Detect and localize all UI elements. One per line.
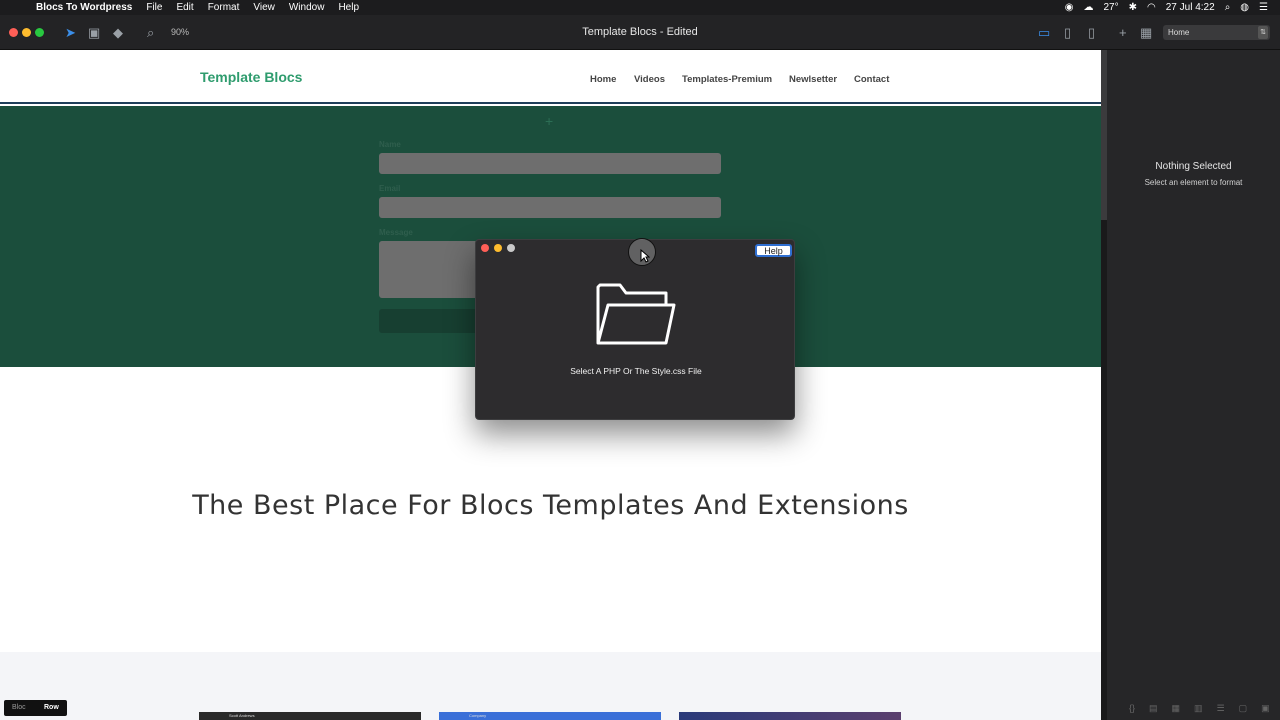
bluetooth-icon[interactable]: ✱ [1129,2,1137,13]
message-label: Message [379,228,413,237]
panel-bottom-icons: {} ▤ ▦ ▥ ☰ ▢ ▣ [1129,703,1270,714]
page-select[interactable]: Home ⇅ [1163,25,1270,40]
zoom-icon[interactable]: ⌕ [147,25,154,41]
pointer-cursor-icon [640,248,651,268]
menu-format[interactable]: Format [208,2,240,13]
template-thumbnail[interactable] [679,712,901,720]
thumbnail-caption: Scott Andrews [229,713,255,718]
page-icon[interactable]: ▣ [1261,703,1270,714]
nav-newsletter[interactable]: Newlsetter [789,74,837,85]
template-thumbnail[interactable]: Company [439,712,661,720]
breadcrumb-bloc[interactable]: Bloc [12,704,26,711]
menu-help[interactable]: Help [338,2,359,13]
nav-contact[interactable]: Contact [854,74,889,85]
clock[interactable]: 27 Jul 4:22 [1166,2,1215,13]
chevron-updown-icon: ⇅ [1258,26,1268,39]
inspector-title: Nothing Selected [1155,161,1232,172]
zoom-level[interactable]: 90% [171,27,189,37]
crop-tool-icon[interactable]: ▣ [88,25,100,41]
list-icon[interactable]: ☰ [1217,703,1225,714]
nav-home[interactable]: Home [590,74,616,85]
control-center-icon[interactable]: ☰ [1259,2,1268,13]
menu-file[interactable]: File [146,2,162,13]
menu-bar: Blocs To Wordpress File Edit Format View… [0,0,1280,15]
weather-icon[interactable]: ☁ [1084,2,1094,13]
menu-window[interactable]: Window [289,2,325,13]
tablet-view-icon[interactable]: ▯ [1064,25,1071,41]
phone-view-icon[interactable]: ▯ [1088,25,1095,41]
email-label: Email [379,184,401,193]
dialog-message: Select A PHP Or The Style.css File [570,366,702,376]
inspector-subtitle: Select an element to format [1144,178,1243,187]
name-label: Name [379,140,401,149]
thumbnail-caption: Company [469,713,487,718]
breadcrumb-row[interactable]: Row [44,704,59,711]
nav-templates-premium[interactable]: Templates-Premium [682,74,772,85]
siri-icon[interactable]: ◍ [1240,2,1249,13]
folder-open-icon[interactable] [596,281,676,352]
temperature-readout[interactable]: 27° [1104,2,1119,13]
site-brand[interactable]: Template Blocs [200,69,302,85]
code-icon[interactable]: {} [1129,703,1135,714]
layout-icon[interactable]: ▤ [1149,703,1158,714]
inspector-panel: Nothing Selected Select an element to fo… [1101,50,1280,720]
selection-breadcrumb: Bloc Row [4,700,67,716]
dialog-zoom-button[interactable] [507,244,515,252]
template-thumbnail[interactable]: Scott Andrews [199,712,421,720]
hero-title[interactable]: The Best Place For Blocs Templates And E… [0,490,1101,521]
window-minimize-button[interactable] [22,28,31,37]
grid-icon[interactable]: ▦ [1172,703,1181,714]
add-bloc-icon[interactable]: + [545,113,553,129]
wifi-icon[interactable]: ◠ [1147,2,1156,13]
app-toolbar: ➤ ▣ ◆ ⌕ 90% Template Blocs - Edited ▭ ▯ … [0,15,1280,50]
email-field[interactable] [379,197,721,218]
dialog-close-button[interactable] [481,244,489,252]
menu-app-name[interactable]: Blocs To Wordpress [36,2,132,13]
file-select-dialog[interactable]: Help Select A PHP Or The Style.css File [475,239,795,420]
templates-section[interactable] [0,652,1101,720]
document-icon[interactable]: ▢ [1239,703,1248,714]
menu-view[interactable]: View [253,2,275,13]
name-field[interactable] [379,153,721,174]
spotlight-search-icon[interactable]: ⌕ [1225,2,1231,13]
dialog-minimize-button[interactable] [494,244,502,252]
canvas-scrollbar[interactable] [1101,50,1107,220]
status-area: ◉ ☁ 27° ✱ ◠ 27 Jul 4:22 ⌕ ◍ ☰ [1065,0,1280,15]
record-icon[interactable]: ◉ [1065,2,1074,13]
desktop-view-icon[interactable]: ▭ [1038,25,1050,41]
paint-bucket-icon[interactable]: ◆ [113,25,123,41]
page-select-value: Home [1168,28,1190,37]
select-tool-icon[interactable]: ➤ [65,25,76,41]
grid-view-icon[interactable]: ▦ [1140,25,1152,41]
site-header[interactable]: Template Blocs Home Videos Templates-Pre… [0,50,1101,104]
columns-icon[interactable]: ▥ [1194,703,1203,714]
window-zoom-button[interactable] [35,28,44,37]
submit-button[interactable] [379,309,479,333]
menu-edit[interactable]: Edit [176,2,193,13]
nav-videos[interactable]: Videos [634,74,665,85]
help-button[interactable]: Help [755,244,792,257]
window-close-button[interactable] [9,28,18,37]
add-icon[interactable]: + [1119,25,1127,40]
